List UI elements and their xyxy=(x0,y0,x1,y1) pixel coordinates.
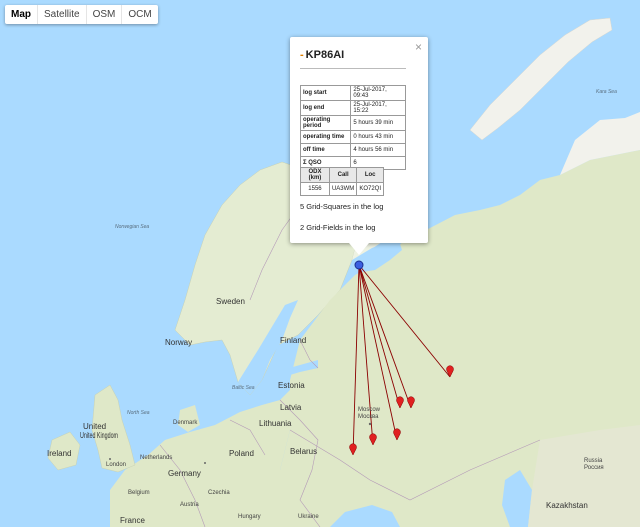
label-belgium: Belgium xyxy=(128,490,150,496)
home-station-marker[interactable] xyxy=(354,260,364,270)
label-london: London xyxy=(106,462,126,468)
map-type-control: Map Satellite OSM OCM xyxy=(5,5,158,24)
row-key: log end xyxy=(299,100,352,116)
row-key: operating period xyxy=(299,115,352,131)
map-type-osm-button[interactable]: OSM xyxy=(87,5,123,24)
label-uk-1: United xyxy=(83,422,106,431)
label-czechia: Czechia xyxy=(208,490,230,496)
label-denmark: Denmark xyxy=(173,420,198,426)
close-icon[interactable]: × xyxy=(415,40,422,54)
header-call: Call xyxy=(328,167,358,183)
map-type-ocm-button[interactable]: OCM xyxy=(122,5,157,24)
label-finland: Finland xyxy=(280,336,306,345)
label-norway: Norway xyxy=(165,338,192,347)
label-ireland: Ireland xyxy=(47,449,71,458)
label-russia-ru: Россия xyxy=(584,465,604,471)
label-uk: United Kingdom xyxy=(80,431,118,440)
info-window: × - KP86AI log start 25-Jul-2017, 09:43 lo… xyxy=(290,37,428,255)
table-row: operating period 5 hours 39 min xyxy=(299,115,406,131)
row-value: 5 hours 39 min xyxy=(350,115,406,131)
label-netherlands: Netherlands xyxy=(140,455,172,461)
row-key: operating time xyxy=(299,130,352,144)
row-value: 25-Jul-2017, 15:22 xyxy=(350,100,406,116)
title-marker-icon: - xyxy=(300,49,304,61)
label-moscow-ru: Москва xyxy=(358,414,379,420)
station-locator: KP86AI xyxy=(305,49,345,61)
table-row: off time 4 hours 56 min xyxy=(299,143,406,157)
row-value: 0 hours 43 min xyxy=(350,130,406,144)
header-loc: Loc xyxy=(356,167,384,183)
row-key: off time xyxy=(299,143,352,157)
label-baltic-sea: Baltic Sea xyxy=(232,385,255,391)
odx-locator: KO72QI xyxy=(356,182,384,196)
label-estonia: Estonia xyxy=(278,381,305,390)
table-row: log start 25-Jul-2017, 09:43 xyxy=(299,85,406,101)
map-type-satellite-button[interactable]: Satellite xyxy=(38,5,87,24)
table-row: 1556 UA3WM KO72QI xyxy=(300,182,384,196)
table-row: log end 25-Jul-2017, 15:22 xyxy=(299,100,406,116)
label-norwegian-sea: Norwegian Sea xyxy=(115,224,149,230)
label-moscow: Moscow xyxy=(358,407,381,413)
log-summary-table: log start 25-Jul-2017, 09:43 log end 25-Ju… xyxy=(299,85,406,170)
label-ukraine: Ukraine xyxy=(298,514,319,520)
header-odx: ODX (km) xyxy=(300,167,330,183)
label-north-sea: North Sea xyxy=(127,410,150,416)
label-austria: Austria xyxy=(180,502,199,508)
kazakhstan-land xyxy=(528,425,640,527)
divider xyxy=(300,68,406,69)
odx-distance: 1556 xyxy=(300,182,330,196)
label-lithuania: Lithuania xyxy=(259,419,292,428)
map-type-map-button[interactable]: Map xyxy=(5,5,38,24)
table-header-row: ODX (km) Call Loc xyxy=(300,167,384,183)
row-value: 4 hours 56 min xyxy=(350,143,406,157)
row-key: log start xyxy=(299,85,352,101)
grid-fields-count: 2 Grid-Fields in the log xyxy=(300,223,376,232)
info-window-title: - KP86AI xyxy=(300,49,344,61)
label-germany: Germany xyxy=(168,469,201,478)
odx-table: ODX (km) Call Loc 1556 UA3WM KO72QI xyxy=(300,167,384,196)
label-sweden: Sweden xyxy=(216,297,245,306)
odx-call: UA3WM xyxy=(328,182,358,196)
grid-squares-count: 5 Grid-Squares in the log xyxy=(300,202,384,211)
label-kara-sea: Kara Sea xyxy=(596,89,617,95)
label-hungary: Hungary xyxy=(238,514,261,520)
row-value: 25-Jul-2017, 09:43 xyxy=(350,85,406,101)
label-poland: Poland xyxy=(229,449,254,458)
label-latvia: Latvia xyxy=(280,403,302,412)
label-belarus: Belarus xyxy=(290,447,317,456)
label-russia: Russia xyxy=(584,458,603,464)
label-kazakhstan: Kazakhstan xyxy=(546,501,588,510)
table-row: operating time 0 hours 43 min xyxy=(299,130,406,144)
label-france: France xyxy=(120,516,145,525)
